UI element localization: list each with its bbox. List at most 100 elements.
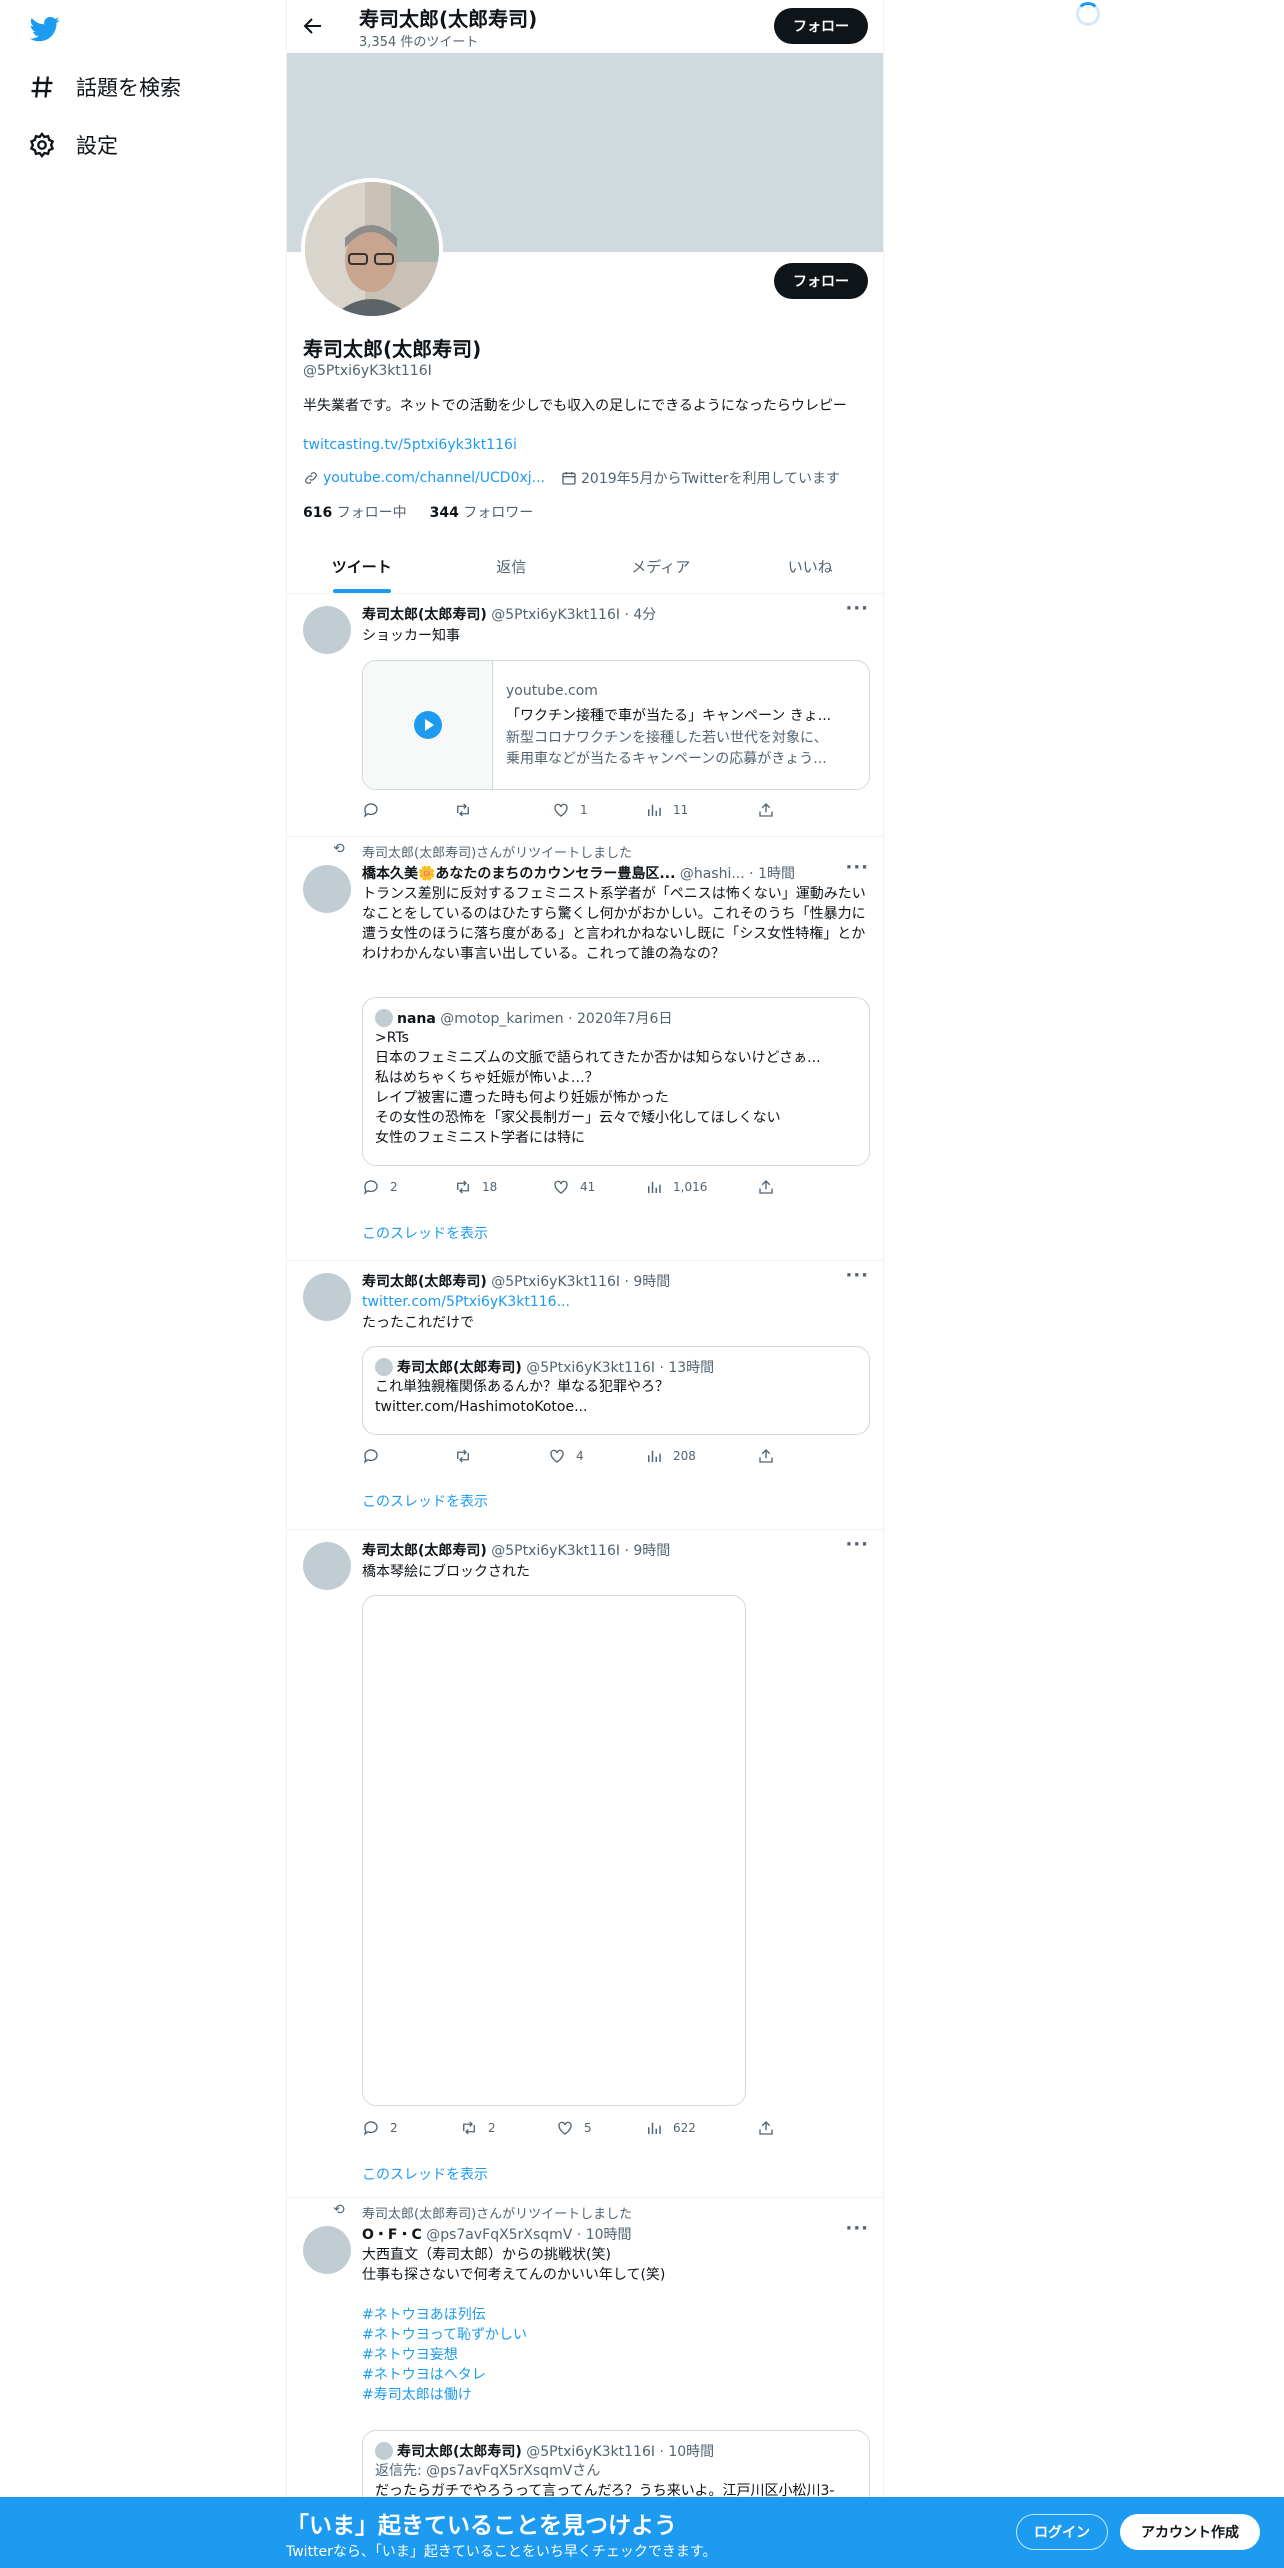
share-button[interactable] <box>757 1447 775 1465</box>
share-button[interactable] <box>757 801 775 819</box>
show-thread-link[interactable]: このスレッドを表示 <box>362 1223 488 1243</box>
retweet-icon: ⟲ <box>333 2202 345 2218</box>
reply-icon <box>363 803 378 818</box>
twitter-logo-icon[interactable] <box>28 14 62 44</box>
avatar[interactable] <box>303 1542 351 1590</box>
retweet-button[interactable] <box>454 801 482 819</box>
following-link[interactable]: 616 フォロー中 <box>303 505 407 521</box>
tweet[interactable]: 寿司太郎(太郎寿司) @5Ptxi6yK3kt116I · 4分 ··· ショッ… <box>287 594 883 837</box>
analytics-icon <box>648 1450 661 1462</box>
retweet-button[interactable]: 18 <box>454 1178 497 1196</box>
hashtag-link[interactable]: #ネトウヨあほ列伝 <box>362 2305 872 2325</box>
reply-button[interactable]: 2 <box>362 1178 398 1196</box>
card-description: 乗用車などが当たるキャンペーンの応募がきょう... <box>506 751 827 767</box>
tweet-actions: 1 11 <box>362 801 782 821</box>
profile-tabs: ツイート 返信 メディア いいね <box>287 540 884 594</box>
left-nav: 話題を検索 設定 <box>0 0 286 2568</box>
analytics-icon <box>648 1181 661 1193</box>
login-button[interactable]: ログイン <box>1016 2514 1108 2550</box>
show-thread-link[interactable]: このスレッドを表示 <box>362 1491 488 1511</box>
analytics-icon <box>648 804 661 816</box>
avatar[interactable] <box>303 1273 351 1321</box>
tweet-header: O・F・C @ps7avFqX5rXsqmV · 10時間 <box>362 2227 632 2243</box>
retweet-icon <box>457 1449 469 1463</box>
play-icon <box>414 711 442 739</box>
reply-button[interactable]: 2 <box>362 2119 398 2137</box>
more-icon[interactable]: ··· <box>845 598 869 619</box>
more-icon[interactable]: ··· <box>845 2218 869 2239</box>
more-icon[interactable]: ··· <box>845 1534 869 1555</box>
reply-button[interactable] <box>362 1447 390 1465</box>
gear-icon <box>29 132 55 158</box>
follow-stats: 616 フォロー中 344 フォロワー <box>303 502 533 522</box>
link-card[interactable]: youtube.com 「ワクチン接種で車が当たる」キャンペーン きょ... 新… <box>362 660 870 790</box>
hashtag-link[interactable]: #ネトウヨって恥ずかしい <box>362 2325 872 2345</box>
tab-media[interactable]: メディア <box>586 540 736 593</box>
like-button[interactable]: 41 <box>552 1178 595 1196</box>
tab-likes[interactable]: いいね <box>736 540 884 593</box>
nav-explore-label: 話題を検索 <box>76 76 181 100</box>
signup-banner: 「いま」起きていることを見つけよう Twitterなら、「いま」起きていることを… <box>0 2497 1284 2568</box>
nav-settings[interactable]: 設定 <box>28 125 118 165</box>
quote-tweet[interactable]: 寿司太郎(太郎寿司) @5Ptxi6yK3kt116I · 13時間 これ単独親… <box>362 1346 870 1435</box>
quote-tweet[interactable]: nana @motop_karimen · 2020年7月6日 >RTs 日本の… <box>362 997 870 1166</box>
avatar[interactable] <box>303 2226 351 2274</box>
tweet-header: 橋本久美🌼あなたのまちのカウンセラー豊島区... @hashi... · 1時間 <box>362 866 795 882</box>
views-button[interactable]: 208 <box>645 1447 696 1465</box>
quote-text: これ単独親権関係あるんか？単なる犯罪やろ？ <box>375 1379 669 1395</box>
avatar <box>375 1009 393 1027</box>
retweet-button[interactable] <box>454 1447 482 1465</box>
share-button[interactable] <box>757 1178 775 1196</box>
reply-icon <box>363 1180 378 1195</box>
more-icon[interactable]: ··· <box>845 1265 869 1286</box>
profile-header-bar: 寿司太郎(太郎寿司) 3,354 件のツイート フォロー <box>287 0 883 53</box>
hashtag-link[interactable]: #寿司太郎は働け <box>362 2385 872 2405</box>
hashtag-link[interactable]: #ネトウヨ妄想 <box>362 2345 872 2365</box>
tweet-actions: 2 2 5 622 <box>362 2119 782 2139</box>
card-thumbnail <box>363 661 493 789</box>
share-icon <box>759 1180 773 1194</box>
header-follow-button[interactable]: フォロー <box>774 8 868 44</box>
views-button[interactable]: 1,016 <box>645 1178 707 1196</box>
website-link[interactable]: youtube.com/channel/UCD0xj... <box>323 470 545 486</box>
tweet-image[interactable] <box>362 1595 746 2106</box>
joined-date: 2019年5月からTwitterを利用しています <box>581 471 841 487</box>
show-thread-link[interactable]: このスレッドを表示 <box>362 2164 488 2184</box>
tweet-actions: 4 208 <box>362 1447 782 1467</box>
followers-link[interactable]: 344 フォロワー <box>430 505 534 521</box>
nav-explore[interactable]: 話題を検索 <box>28 67 181 107</box>
more-icon[interactable]: ··· <box>845 857 869 878</box>
share-icon <box>759 803 773 817</box>
views-button[interactable]: 11 <box>645 801 688 819</box>
reply-button[interactable] <box>362 801 390 819</box>
tweet[interactable]: ⟲ 寿司太郎(太郎寿司)さんがリツイートしました 橋本久美🌼あなたのまちのカウン… <box>287 837 883 1261</box>
share-button[interactable] <box>757 2119 775 2137</box>
tweet-text: たったこれだけで <box>362 1315 474 1331</box>
avatar[interactable] <box>303 606 351 654</box>
reply-to: 返信先: @ps7avFqX5rXsqmVさん <box>375 2463 601 2479</box>
like-button[interactable]: 4 <box>548 1447 584 1465</box>
like-button[interactable]: 5 <box>556 2119 592 2137</box>
retweet-icon <box>463 2121 475 2135</box>
tweet[interactable]: 寿司太郎(太郎寿司) @5Ptxi6yK3kt116I · 9時間 ··· 橋本… <box>287 1530 883 2198</box>
back-arrow-icon[interactable] <box>301 14 325 38</box>
views-button[interactable]: 622 <box>645 2119 696 2137</box>
tweet-text: ショッカー知事 <box>362 628 460 644</box>
tab-tweets[interactable]: ツイート <box>287 540 437 593</box>
signup-button[interactable]: アカウント作成 <box>1120 2514 1260 2550</box>
profile-meta: youtube.com/channel/UCD0xj... 2019年5月からT… <box>303 468 840 488</box>
like-button[interactable]: 1 <box>552 801 588 819</box>
tab-replies[interactable]: 返信 <box>437 540 587 593</box>
quote-text: 私はめちゃくちゃ妊娠が怖いよ…？ <box>375 1070 599 1086</box>
analytics-icon <box>648 2122 661 2134</box>
card-domain: youtube.com <box>506 683 598 699</box>
hashtag-link[interactable]: #ネトウヨはヘタレ <box>362 2365 872 2385</box>
profile-avatar[interactable] <box>301 178 443 320</box>
tweet[interactable]: 寿司太郎(太郎寿司) @5Ptxi6yK3kt116I · 9時間 ··· tw… <box>287 1261 883 1530</box>
retweet-button[interactable]: 2 <box>460 2119 496 2137</box>
loading-spinner-icon <box>1076 2 1100 26</box>
avatar[interactable] <box>303 865 351 913</box>
follow-button[interactable]: フォロー <box>774 263 868 299</box>
bio-link[interactable]: twitcasting.tv/5ptxi6yk3kt116i <box>303 437 517 453</box>
tweet-link[interactable]: twitter.com/5Ptxi6yK3kt116... <box>362 1292 872 1312</box>
